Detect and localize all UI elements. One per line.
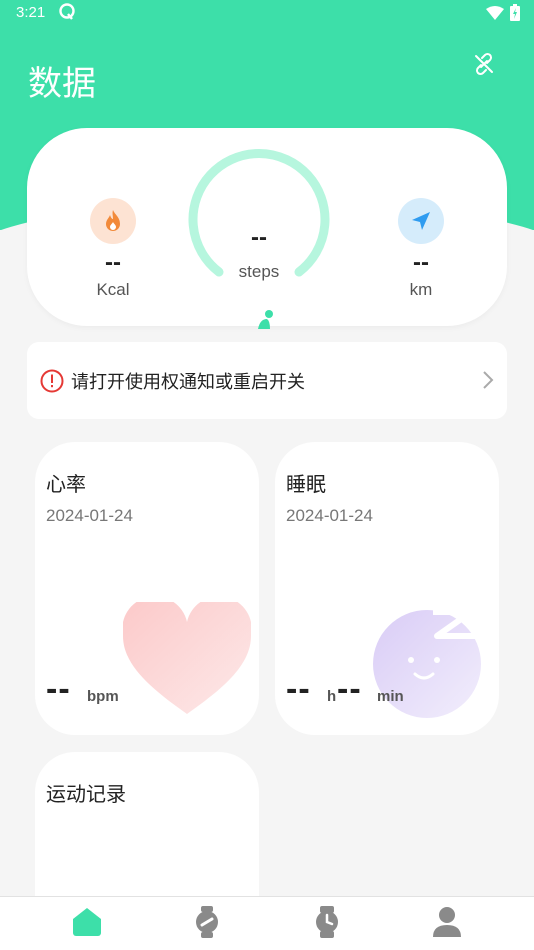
- heart-rate-title: 心率: [46, 472, 86, 496]
- exercise-title: 运动记录: [46, 782, 126, 806]
- status-time: 3:21: [16, 4, 46, 21]
- heart-rate-date: 2024-01-24: [46, 506, 133, 525]
- watch-face-icon[interactable]: [190, 905, 224, 939]
- sleep-card[interactable]: 睡眠 2024-01-24 -- h -- min: [275, 442, 499, 735]
- location-arrow-icon: [398, 198, 444, 244]
- battery-icon: [510, 4, 520, 21]
- heart-rate-unit: bpm: [87, 688, 119, 705]
- sleep-hours-value: --: [286, 670, 311, 708]
- heart-rate-card[interactable]: 心率 2024-01-24 -- bpm: [35, 442, 259, 735]
- app-notification-icon: [59, 3, 75, 20]
- heart-rate-value: --: [46, 670, 71, 708]
- watch-icon[interactable]: [310, 905, 344, 939]
- distance-unit: km: [409, 280, 433, 299]
- status-bar: 3:21: [0, 0, 534, 28]
- steps-unit: steps: [238, 262, 280, 281]
- status-indicators: [486, 4, 520, 21]
- profile-icon[interactable]: [430, 905, 464, 939]
- sleep-hours-unit: h: [327, 688, 337, 705]
- steps-value: --: [251, 224, 267, 251]
- home-icon[interactable]: [70, 905, 104, 939]
- notice-text: 请打开使用权通知或重启开关: [71, 371, 305, 393]
- calories-metric: -- Kcal: [68, 198, 158, 300]
- calories-value: --: [105, 249, 121, 276]
- heart-icon: [123, 602, 251, 714]
- wifi-icon: [486, 5, 504, 20]
- page-title: 数据: [28, 64, 96, 104]
- permission-notice[interactable]: 请打开使用权通知或重启开关: [27, 342, 507, 419]
- warning-icon: [40, 369, 64, 392]
- distance-metric: -- km: [376, 198, 466, 300]
- unlink-icon[interactable]: [472, 52, 496, 76]
- sleep-minutes-value: --: [337, 670, 362, 708]
- flame-icon: [90, 198, 136, 244]
- chevron-right-icon: [483, 371, 494, 389]
- activity-summary-card[interactable]: -- Kcal -- steps -- km: [27, 128, 507, 329]
- sleep-minutes-unit: min: [377, 688, 404, 705]
- sleep-date: 2024-01-24: [286, 506, 373, 525]
- distance-value: --: [413, 249, 429, 276]
- person-icon: [258, 310, 273, 329]
- calories-unit: Kcal: [96, 280, 130, 299]
- bottom-navigation: [0, 896, 534, 950]
- sleep-title: 睡眠: [286, 472, 326, 496]
